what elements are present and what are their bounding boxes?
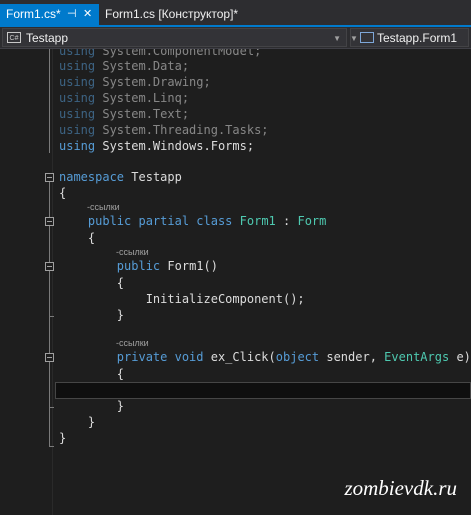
code-line-brace: } bbox=[116, 399, 125, 413]
close-icon[interactable]: ✕ bbox=[83, 4, 92, 25]
outline-guide-end bbox=[49, 446, 54, 447]
outline-guide-end bbox=[49, 316, 54, 317]
code-line-class: public partial class Form1 : Form bbox=[87, 214, 327, 228]
watermark: zombievdk.ru bbox=[344, 476, 457, 500]
code-line-brace: } bbox=[59, 431, 67, 445]
outline-guide bbox=[49, 362, 50, 408]
pin-icon[interactable]: ⊣ bbox=[67, 4, 77, 25]
collapse-constructor-icon[interactable] bbox=[45, 262, 54, 271]
code-line-using-5: using System.Text; bbox=[59, 107, 190, 121]
tab-form1-designer-label: Form1.cs [Конструктор]* bbox=[105, 7, 239, 21]
outline-guide-end bbox=[49, 407, 54, 408]
code-line-brace: { bbox=[116, 276, 125, 290]
code-line-using-3: using System.Drawing; bbox=[59, 75, 211, 89]
collapse-class-icon[interactable] bbox=[45, 217, 54, 226]
tab-form1-code[interactable]: Form1.cs* ⊣ ✕ bbox=[0, 4, 99, 25]
tab-form1-code-label: Form1.cs* bbox=[6, 7, 61, 21]
class-icon bbox=[360, 32, 374, 43]
code-line-using-4: using System.Linq; bbox=[59, 91, 190, 105]
chevron-down-icon: ▼ bbox=[350, 34, 358, 43]
current-line-highlight bbox=[55, 382, 471, 399]
code-line-brace: { bbox=[59, 186, 67, 200]
csharp-project-icon: C# bbox=[7, 32, 21, 43]
code-line-brace: } bbox=[116, 308, 125, 322]
code-line-initialize: InitializeComponent(); bbox=[145, 292, 305, 306]
outline-guide bbox=[49, 271, 50, 317]
document-tab-strip: Form1.cs* ⊣ ✕ Form1.cs [Конструктор]* bbox=[0, 0, 471, 27]
code-line-brace: } bbox=[87, 415, 96, 429]
code-line-using-6: using System.Threading.Tasks; bbox=[59, 123, 269, 137]
collapse-method-icon[interactable] bbox=[45, 353, 54, 362]
project-dropdown-value: Testapp bbox=[26, 31, 69, 45]
code-line-using-2: using System.Data; bbox=[59, 59, 190, 73]
type-dropdown[interactable]: ▼ Testapp.Form1 bbox=[350, 28, 469, 47]
code-line-brace: { bbox=[87, 231, 96, 245]
code-line-namespace: namespace Testapp bbox=[59, 170, 182, 184]
collapse-namespace-icon[interactable] bbox=[45, 173, 54, 182]
code-line-method: private void ex_Click(object sender, Eve… bbox=[116, 350, 471, 364]
navigation-bar: C# Testapp ▼ ▼ Testapp.Form1 bbox=[0, 27, 471, 49]
code-line-brace: { bbox=[116, 367, 125, 381]
type-dropdown-value: Testapp.Form1 bbox=[377, 31, 458, 45]
code-line-using-7: using System.Windows.Forms; bbox=[59, 139, 255, 153]
codelens-references[interactable]: -ссылки bbox=[87, 202, 120, 212]
code-line-constructor: public Form1() bbox=[116, 259, 218, 273]
project-dropdown[interactable]: C# Testapp ▼ bbox=[2, 28, 347, 47]
code-editor[interactable]: using System.ComponentModel; using Syste… bbox=[0, 49, 471, 515]
codelens-references[interactable]: -ссылки bbox=[116, 247, 149, 257]
chevron-down-icon: ▼ bbox=[333, 34, 341, 43]
codelens-references[interactable]: -ссылки bbox=[116, 338, 149, 348]
tab-form1-designer[interactable]: Form1.cs [Конструктор]* bbox=[99, 4, 244, 25]
outline-guide bbox=[49, 49, 50, 153]
